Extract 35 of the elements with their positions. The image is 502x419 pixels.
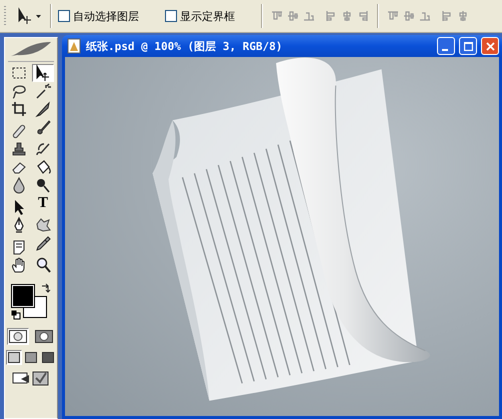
background-color-swatch[interactable]	[23, 296, 47, 318]
foreground-color-swatch[interactable]	[12, 285, 34, 307]
distribute-icon	[402, 9, 416, 23]
zoom-icon	[34, 256, 52, 274]
quick-mask-button[interactable]	[33, 328, 55, 345]
checkbox[interactable]: 自动选择图层	[58, 8, 139, 24]
stamp-icon	[10, 140, 28, 158]
document-icon	[66, 38, 82, 54]
jump-to-imageready-button[interactable]	[11, 369, 51, 387]
default-colors-icon[interactable]	[11, 310, 21, 320]
standard-mode-button[interactable]	[7, 328, 29, 345]
gripper-icon	[4, 5, 8, 27]
window-title: 纸张.psd @ 100% (图层 3, RGB/8)	[86, 38, 284, 54]
swap-arrow-icon[interactable]	[41, 283, 51, 293]
screen-mode-button[interactable]	[6, 350, 22, 365]
align-icon	[286, 9, 300, 23]
knife-icon	[34, 100, 52, 118]
maximize-icon	[464, 42, 472, 50]
maximize-button[interactable]	[459, 37, 477, 55]
screen-mode-button[interactable]	[23, 350, 39, 365]
move-arrow-icon	[34, 64, 52, 82]
checkbox[interactable]: 显示定界框	[165, 8, 235, 24]
crop-icon	[10, 100, 28, 118]
close-button[interactable]	[481, 37, 499, 55]
magic-wand-icon	[34, 82, 52, 100]
feather-icon	[9, 40, 53, 58]
minimize-icon	[442, 49, 448, 51]
screen-mode-button[interactable]	[40, 350, 56, 365]
minimize-button[interactable]	[437, 37, 455, 55]
eyedropper-icon	[34, 234, 52, 252]
close-icon	[486, 42, 494, 50]
shape-icon	[34, 216, 52, 234]
bandage-icon	[10, 122, 28, 140]
tool-button[interactable]: T	[32, 194, 54, 212]
tool-button[interactable]	[32, 64, 54, 82]
